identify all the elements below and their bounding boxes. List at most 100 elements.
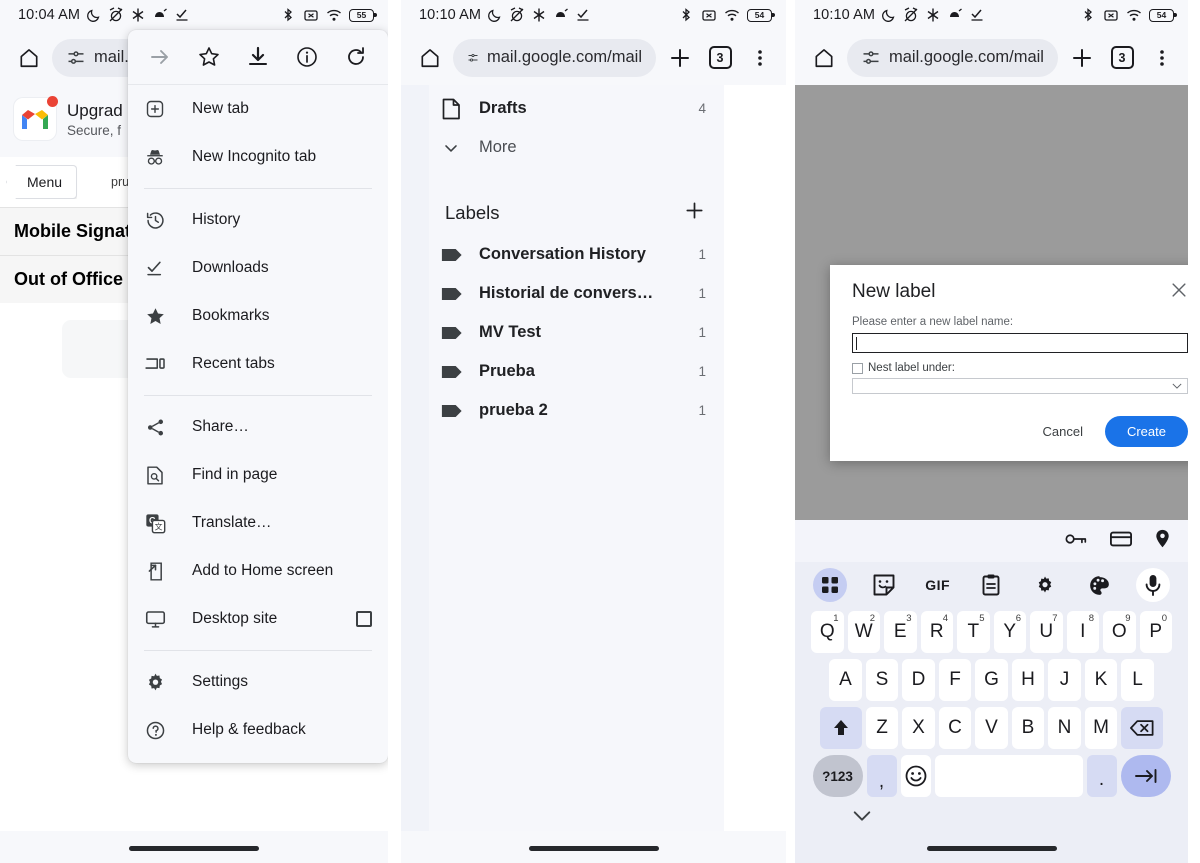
label-row-prueba[interactable]: Prueba 1 bbox=[429, 352, 724, 391]
nav-row-more[interactable]: More bbox=[429, 128, 724, 167]
status-right-2: 54 bbox=[678, 7, 775, 23]
key-g[interactable]: G bbox=[975, 659, 1008, 701]
key-h[interactable]: H bbox=[1011, 659, 1045, 701]
left-edge-strip bbox=[401, 85, 429, 863]
password-key-icon[interactable] bbox=[1065, 531, 1087, 552]
hide-keyboard-button[interactable] bbox=[851, 808, 873, 829]
theme-palette-icon[interactable] bbox=[1082, 568, 1116, 602]
key-c[interactable]: C bbox=[938, 707, 972, 749]
period-key[interactable]: . bbox=[1086, 755, 1117, 797]
nest-parent-select[interactable] bbox=[852, 378, 1188, 394]
key-i[interactable]: I8 bbox=[1066, 611, 1099, 653]
nav-row-drafts[interactable]: Drafts 4 bbox=[429, 89, 724, 128]
reload-button[interactable] bbox=[341, 42, 371, 72]
key-p[interactable]: P0 bbox=[1139, 611, 1172, 653]
bookmark-button[interactable] bbox=[194, 42, 224, 72]
tab-switcher-button-2[interactable]: 3 bbox=[704, 42, 736, 74]
menu-item-bookmarks[interactable]: Bookmarks bbox=[128, 292, 388, 340]
label-row-conversation-history[interactable]: Conversation History 1 bbox=[429, 235, 724, 274]
location-pin-icon[interactable] bbox=[1155, 529, 1170, 553]
label-row-mv-test[interactable]: MV Test 1 bbox=[429, 313, 724, 352]
clipboard-icon[interactable] bbox=[974, 568, 1008, 602]
menu-item-desktop-site[interactable]: Desktop site bbox=[128, 595, 388, 643]
menu-item-share[interactable]: Share… bbox=[128, 403, 388, 451]
status-left-3: 10:10 AM bbox=[813, 7, 985, 23]
new-tab-button-2[interactable] bbox=[664, 42, 696, 74]
key-o[interactable]: O9 bbox=[1103, 611, 1136, 653]
key-x[interactable]: X bbox=[902, 707, 935, 749]
shift-key[interactable] bbox=[819, 707, 862, 749]
omnibox-2[interactable]: mail.google.com/mail bbox=[453, 38, 656, 77]
home-button-1[interactable] bbox=[14, 43, 44, 73]
emoji-key[interactable] bbox=[900, 755, 931, 797]
overflow-menu-button-3[interactable] bbox=[1146, 42, 1178, 74]
key-k[interactable]: K bbox=[1084, 659, 1118, 701]
comma-key[interactable]: , bbox=[866, 755, 897, 797]
menu-item-settings[interactable]: Settings bbox=[128, 658, 388, 706]
dialog-close-button[interactable] bbox=[1170, 281, 1188, 299]
create-new-label-button[interactable] bbox=[683, 199, 706, 227]
key-e[interactable]: E3 bbox=[884, 611, 917, 653]
menu-item-history[interactable]: History bbox=[128, 196, 388, 244]
menu-item-find-in-page[interactable]: Find in page bbox=[128, 451, 388, 499]
key-n[interactable]: N bbox=[1048, 707, 1081, 749]
nest-label-row[interactable]: Nest label under: bbox=[852, 362, 1188, 374]
page-info-button[interactable] bbox=[292, 42, 322, 72]
home-gesture-pill[interactable] bbox=[926, 846, 1057, 851]
gmail-nav-pane-2: Drafts 4 More Labels Conversation Histor… bbox=[401, 85, 786, 863]
menu-item-add-to-home-screen[interactable]: Add to Home screen bbox=[128, 547, 388, 595]
menu-label: Recent tabs bbox=[192, 355, 275, 372]
new-tab-button-3[interactable] bbox=[1066, 42, 1098, 74]
key-a[interactable]: A bbox=[829, 659, 862, 701]
key-f[interactable]: F bbox=[938, 659, 972, 701]
label-name-input[interactable] bbox=[852, 333, 1188, 353]
grid-apps-icon[interactable] bbox=[813, 568, 847, 602]
download-page-button[interactable] bbox=[243, 42, 273, 72]
label-row-historial-de-conversaciones[interactable]: Historial de convers… 1 bbox=[429, 274, 724, 313]
home-gesture-pill[interactable] bbox=[528, 846, 659, 851]
key-j[interactable]: J bbox=[1048, 659, 1081, 701]
sticker-icon[interactable] bbox=[867, 568, 901, 602]
overflow-menu-button-2[interactable] bbox=[744, 42, 776, 74]
space-key[interactable] bbox=[934, 755, 1083, 797]
page-info-icon bbox=[296, 47, 317, 67]
tab-switcher-button-3[interactable]: 3 bbox=[1106, 42, 1138, 74]
microphone-icon[interactable] bbox=[1135, 568, 1170, 602]
key-q[interactable]: Q1 bbox=[811, 611, 844, 653]
create-button[interactable]: Create bbox=[1104, 416, 1188, 447]
menu-item-translate[interactable]: G文 Translate… bbox=[128, 499, 388, 547]
menu-item-help-feedback[interactable]: Help & feedback bbox=[128, 706, 388, 754]
nest-label-checkbox[interactable] bbox=[852, 362, 863, 374]
desktop-site-checkbox[interactable] bbox=[356, 611, 372, 627]
key-y[interactable]: Y6 bbox=[993, 611, 1026, 653]
backspace-key[interactable] bbox=[1121, 707, 1164, 749]
menu-item-recent-tabs[interactable]: Recent tabs bbox=[128, 340, 388, 388]
key-t[interactable]: T5 bbox=[957, 611, 990, 653]
key-m[interactable]: M bbox=[1084, 707, 1118, 749]
home-button-3[interactable] bbox=[809, 43, 839, 73]
key-v[interactable]: V bbox=[975, 707, 1008, 749]
home-gesture-pill[interactable] bbox=[129, 846, 259, 851]
key-b[interactable]: B bbox=[1011, 707, 1045, 749]
enter-key[interactable] bbox=[1120, 755, 1171, 797]
home-button-2[interactable] bbox=[415, 43, 445, 73]
key-w[interactable]: W2 bbox=[847, 611, 880, 653]
key-u[interactable]: U7 bbox=[1030, 611, 1063, 653]
forward-button[interactable] bbox=[145, 42, 175, 72]
label-row-prueba-2[interactable]: prueba 2 1 bbox=[429, 391, 724, 430]
menu-item-new-incognito-tab[interactable]: New Incognito tab bbox=[128, 133, 388, 181]
settings-gear-icon[interactable] bbox=[1028, 568, 1062, 602]
key-d[interactable]: D bbox=[902, 659, 935, 701]
key-l[interactable]: L bbox=[1121, 659, 1154, 701]
omnibox-3[interactable]: mail.google.com/mail bbox=[847, 38, 1058, 77]
cancel-button[interactable]: Cancel bbox=[1035, 418, 1091, 445]
gif-icon[interactable]: GIF bbox=[921, 568, 955, 602]
key-s[interactable]: S bbox=[865, 659, 899, 701]
symbols-key[interactable]: ?123 bbox=[812, 755, 863, 797]
menu-item-downloads[interactable]: Downloads bbox=[128, 244, 388, 292]
credit-card-icon[interactable] bbox=[1110, 531, 1132, 552]
key-z[interactable]: Z bbox=[865, 707, 899, 749]
key-r[interactable]: R4 bbox=[920, 611, 953, 653]
gmail-menu-chip[interactable]: Menu bbox=[6, 165, 78, 199]
menu-item-new-tab[interactable]: New tab bbox=[128, 85, 388, 133]
